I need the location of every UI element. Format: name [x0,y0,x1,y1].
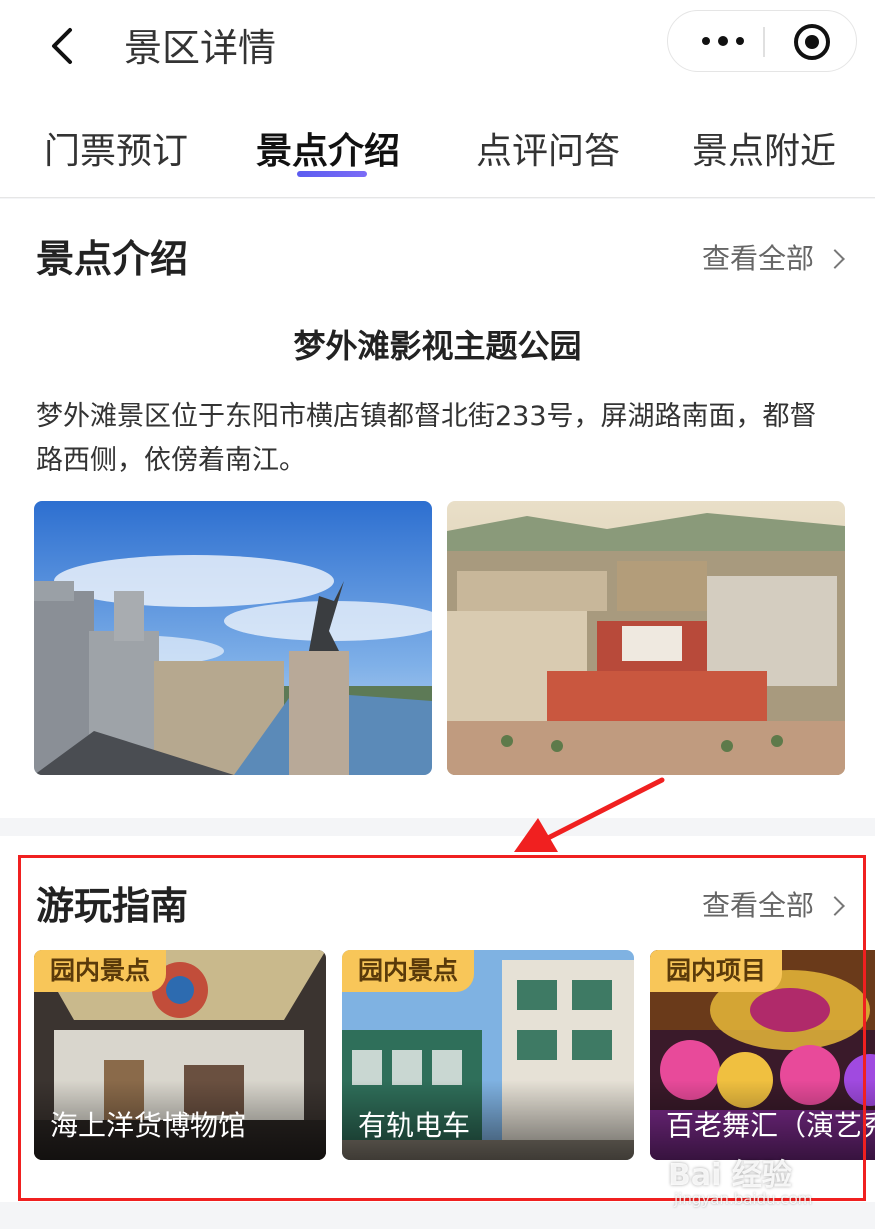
tab-reviews-qa[interactable]: 点评问答 [476,128,620,176]
park-name: 梦外滩影视主题公园 [293,327,582,365]
card-title: 百老舞汇（演艺秀 [666,1109,875,1142]
active-tab-indicator [297,171,367,177]
guide-card[interactable]: 园内景点 有轨电车 [342,950,634,1160]
chevron-right-icon [825,896,845,916]
more-options-button[interactable] [688,11,758,71]
section-title: 景点介绍 [36,237,189,281]
play-guide-section: 游玩指南 查看全部 园内景点 海上洋货博物馆 园内景点 有轨电车 园内项目 百老… [0,836,875,1202]
chevron-left-icon [52,28,72,64]
dot-icon [736,37,744,45]
view-all-link[interactable]: 查看全部 [702,239,845,279]
mini-program-capsule [667,10,857,72]
back-button[interactable] [40,22,88,70]
watermark-logo: Bai 经验 [668,1158,792,1193]
aerial-park-image [447,501,845,775]
guide-card[interactable]: 园内景点 海上洋货博物馆 [34,950,326,1160]
view-all-label: 查看全部 [702,242,815,275]
attraction-intro-section: 景点介绍 查看全部 梦外滩影视主题公园 梦外滩景区位于东阳市横店镇都督北街233… [0,199,875,818]
capsule-divider [763,27,765,57]
dot-icon [718,36,728,46]
card-tag: 园内景点 [34,950,167,992]
view-all-label: 查看全部 [702,889,815,922]
page-title: 景区详情 [124,26,277,70]
seafront-street-photo[interactable] [34,501,432,775]
park-description: 梦外滩景区位于东阳市横店镇都督北街233号，屏湖路南面，都督路西侧，依傍着南江。 [36,401,817,476]
dot-icon [702,37,710,45]
card-tag: 园内景点 [342,950,475,992]
card-title: 海上洋货博物馆 [50,1109,247,1142]
view-all-link[interactable]: 查看全部 [702,886,845,926]
section-title: 游玩指南 [36,884,189,928]
guide-card[interactable]: 园内项目 百老舞汇（演艺秀 [650,950,875,1160]
close-mini-program-button[interactable] [794,24,830,60]
seafront-street-image [34,501,432,775]
title-bar: 景区详情 [0,0,875,100]
card-tag: 园内项目 [650,950,783,992]
tab-bar: 门票预订 景点介绍 点评问答 景点附近 [0,100,875,198]
tab-attraction-intro[interactable]: 景点介绍 [256,128,400,176]
aerial-park-photo[interactable] [447,501,845,775]
tab-nearby[interactable]: 景点附近 [692,128,836,176]
chevron-right-icon [825,249,845,269]
watermark-url: jingyan.baidu.com [674,1190,813,1208]
card-title: 有轨电车 [358,1109,471,1142]
tab-ticket-booking[interactable]: 门票预订 [44,128,188,176]
